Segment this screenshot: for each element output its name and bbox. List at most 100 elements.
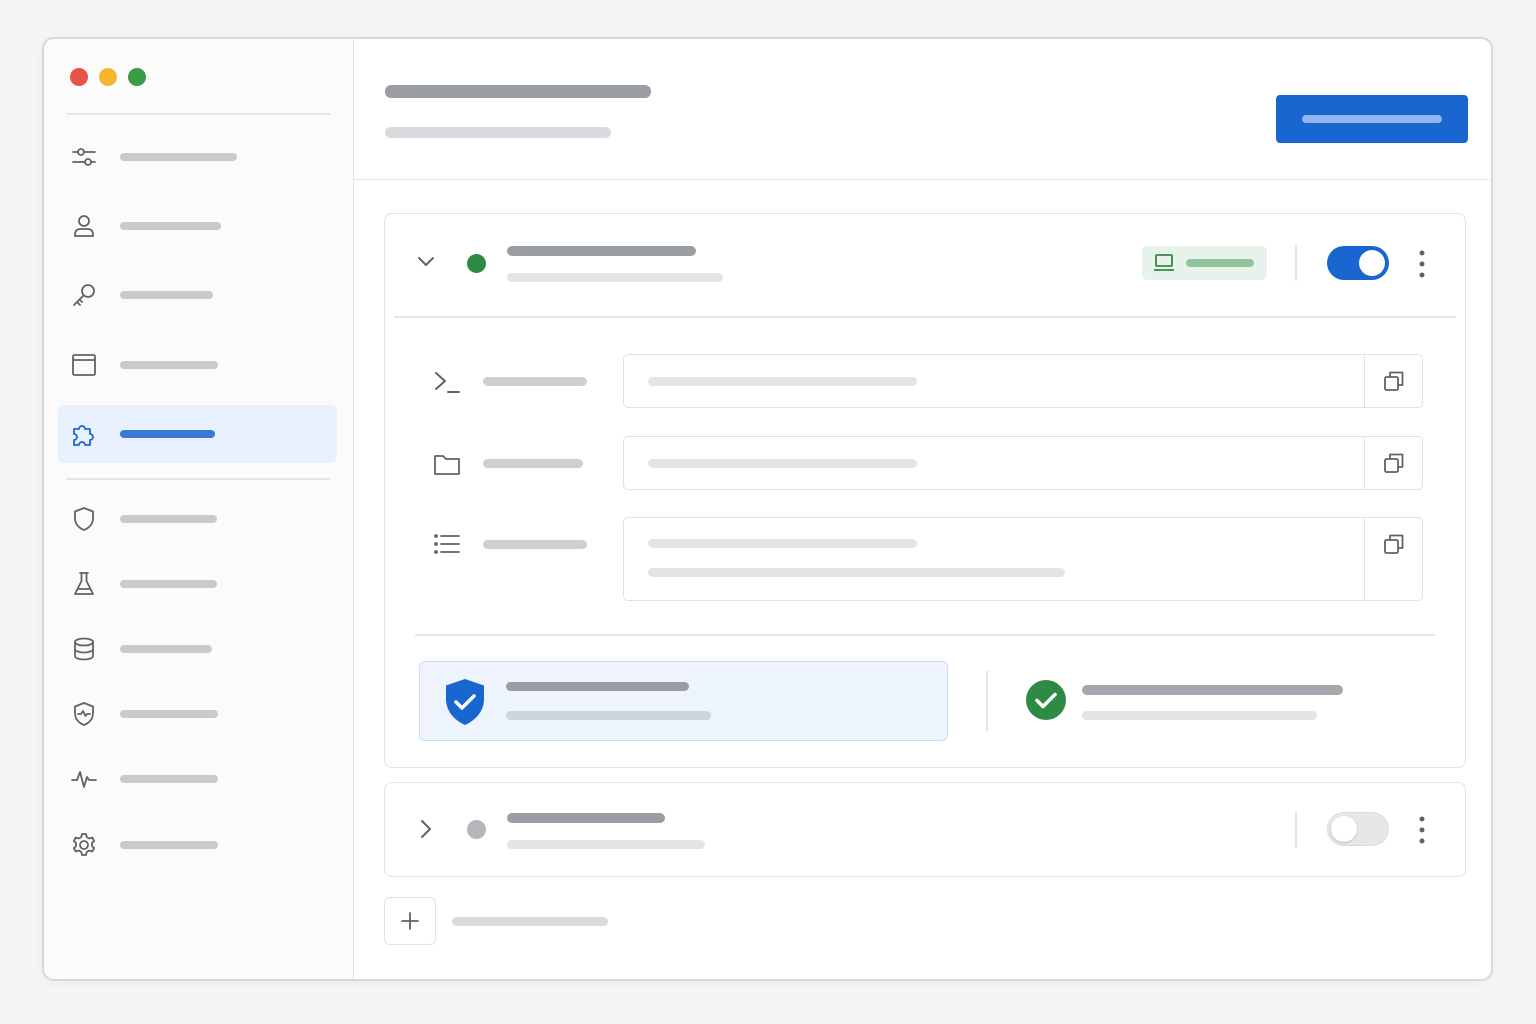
field-label-directory: [483, 459, 583, 468]
sidebar-item-label: [120, 153, 237, 161]
arguments-value-line: [648, 539, 917, 548]
connection-status-title: [1082, 685, 1343, 695]
add-server-button[interactable]: [384, 897, 436, 945]
verification-subtitle: [506, 711, 711, 720]
status-divider: [986, 671, 988, 731]
folder-icon: [434, 455, 460, 475]
command-field[interactable]: [623, 354, 1423, 408]
page-subtitle: [385, 127, 611, 138]
check-circle-icon: [1026, 680, 1066, 720]
sidebar-item-label: [120, 222, 221, 230]
primary-action-button[interactable]: [1276, 95, 1468, 143]
status-indicator-connected: [467, 254, 486, 273]
chevron-right-icon[interactable]: [413, 816, 439, 842]
card-divider: [415, 634, 1435, 636]
gear-icon: [72, 833, 96, 856]
sidebar-item-2[interactable]: [58, 197, 337, 255]
sidebar-item-label: [120, 841, 218, 849]
server-description: [507, 273, 723, 282]
server-card-expanded: [384, 213, 1466, 768]
main-panel: [354, 39, 1491, 979]
toggle-knob: [1331, 815, 1357, 842]
sidebar-item-label: [120, 645, 212, 653]
laptop-icon: [1154, 254, 1174, 271]
sidebar-item-5[interactable]: [58, 405, 337, 463]
sidebar-item-label: [120, 580, 217, 588]
sidebar: [44, 39, 354, 979]
server-name: [507, 246, 696, 256]
sidebar-item-4[interactable]: [58, 336, 337, 394]
database-icon: [74, 637, 94, 661]
environment-badge: [1142, 246, 1267, 280]
minimize-window-button[interactable]: [99, 68, 117, 86]
flask-icon: [74, 572, 94, 595]
copy-icon: [1384, 453, 1404, 473]
chevron-down-icon[interactable]: [413, 249, 439, 275]
toggle-knob: [1359, 250, 1385, 276]
copy-command-button[interactable]: [1364, 355, 1422, 407]
primary-action-label: [1302, 115, 1442, 123]
sidebar-item-7[interactable]: [58, 555, 337, 613]
sidebar-item-3[interactable]: [58, 266, 337, 324]
window-icon: [72, 354, 96, 376]
page-header: [354, 39, 1491, 180]
server-name: [507, 813, 665, 823]
field-label-arguments: [483, 540, 587, 549]
sidebar-item-label: [120, 291, 213, 299]
environment-label: [1186, 259, 1254, 267]
directory-field[interactable]: [623, 436, 1423, 490]
puzzle-icon: [73, 425, 94, 446]
sidebar-divider: [67, 113, 330, 115]
arguments-field[interactable]: [623, 517, 1423, 601]
sidebar-item-label: [120, 361, 218, 369]
plus-icon: [401, 912, 419, 930]
more-options-icon[interactable]: [1417, 249, 1427, 279]
user-icon: [74, 215, 94, 237]
sliders-icon: [72, 148, 96, 166]
sidebar-item-label: [120, 710, 218, 718]
sidebar-item-label: [120, 775, 218, 783]
app-window: [42, 37, 1493, 981]
sidebar-item-label: [120, 430, 215, 438]
copy-arguments-button[interactable]: [1364, 518, 1422, 600]
header-divider: [1295, 812, 1297, 848]
sidebar-item-10[interactable]: [58, 750, 337, 808]
page-title: [385, 85, 651, 98]
header-divider: [1295, 245, 1297, 281]
sidebar-item-6[interactable]: [58, 490, 337, 548]
key-icon: [73, 284, 95, 306]
maximize-window-button[interactable]: [128, 68, 146, 86]
activity-icon: [71, 771, 97, 788]
server-card-collapsed: [384, 782, 1466, 877]
add-server-label[interactable]: [452, 917, 608, 926]
copy-directory-button[interactable]: [1364, 437, 1422, 489]
verification-title: [506, 682, 689, 691]
close-window-button[interactable]: [70, 68, 88, 86]
shield-icon: [74, 507, 94, 531]
sidebar-item-8[interactable]: [58, 620, 337, 678]
sidebar-item-9[interactable]: [58, 685, 337, 743]
list-icon: [434, 534, 460, 554]
sidebar-item-label: [120, 515, 217, 523]
server-enable-toggle[interactable]: [1327, 246, 1389, 280]
card-divider: [394, 316, 1456, 318]
connection-status-detail: [1082, 711, 1317, 720]
status-indicator-disconnected: [467, 820, 486, 839]
command-value: [648, 377, 917, 386]
window-controls: [70, 68, 146, 86]
copy-icon: [1384, 534, 1404, 554]
terminal-icon: [435, 372, 460, 393]
sidebar-divider: [67, 478, 330, 480]
server-enable-toggle[interactable]: [1327, 812, 1389, 846]
shield-pulse-icon: [74, 702, 94, 726]
server-description: [507, 840, 705, 849]
shield-check-icon: [446, 679, 484, 725]
field-label-command: [483, 377, 587, 386]
more-options-icon[interactable]: [1417, 815, 1427, 845]
sidebar-item-1[interactable]: [58, 128, 337, 186]
directory-value: [648, 459, 917, 468]
security-verification-card: [419, 661, 948, 741]
arguments-value-line: [648, 568, 1065, 577]
sidebar-item-11[interactable]: [58, 816, 337, 874]
copy-icon: [1384, 371, 1404, 391]
